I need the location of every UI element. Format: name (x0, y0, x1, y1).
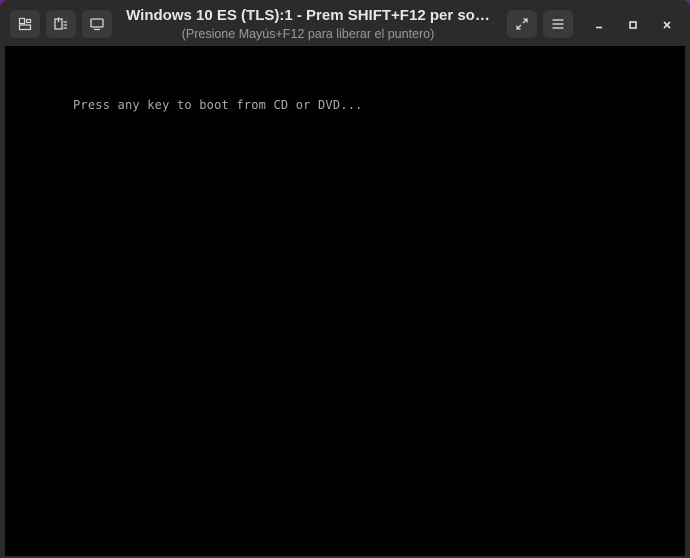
usb-redirect-icon (54, 17, 67, 30)
display-button[interactable] (82, 10, 112, 38)
fullscreen-icon (516, 18, 528, 30)
boot-message: Press any key to boot from CD or DVD... (73, 98, 363, 112)
vm-display[interactable]: Press any key to boot from CD or DVD... (5, 46, 685, 556)
menu-icon (552, 19, 564, 29)
window-subtitle: (Presione Mayús+F12 para liberar el punt… (181, 27, 435, 41)
minimize-button[interactable] (588, 14, 610, 36)
fullscreen-button[interactable] (507, 10, 537, 38)
minimize-icon (596, 26, 602, 29)
title-bar: Windows 10 ES (TLS):1 - Prem SHIFT+F12 p… (0, 0, 690, 46)
title-area: Windows 10 ES (TLS):1 - Prem SHIFT+F12 p… (120, 6, 496, 42)
close-button[interactable] (656, 14, 678, 36)
snapshot-button[interactable] (10, 10, 40, 38)
menu-button[interactable] (543, 10, 573, 38)
maximize-button[interactable] (622, 14, 644, 36)
vm-viewer-window: Windows 10 ES (TLS):1 - Prem SHIFT+F12 p… (0, 0, 690, 558)
snapshot-icon (18, 17, 32, 31)
maximize-icon (629, 21, 637, 29)
display-icon (90, 18, 104, 31)
window-title: Windows 10 ES (TLS):1 - Prem SHIFT+F12 p… (126, 7, 490, 24)
usb-redirect-button[interactable] (46, 10, 76, 38)
close-icon (663, 21, 671, 29)
